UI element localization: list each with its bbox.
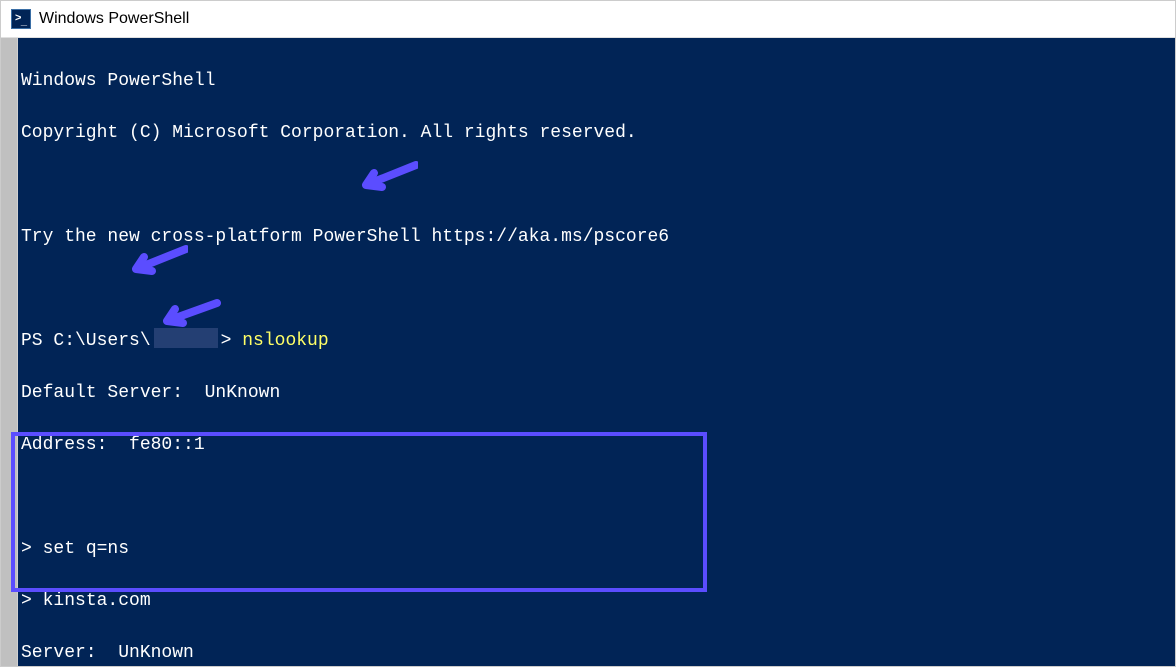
output-line: Address: fe80::1 — [21, 432, 1169, 458]
output-line: Default Server: UnKnown — [21, 380, 1169, 406]
output-line: Try the new cross-platform PowerShell ht… — [21, 224, 1169, 250]
output-line: Server: UnKnown — [21, 640, 1169, 666]
prompt-line: > kinsta.com — [21, 588, 1169, 614]
nslookup-prompt: > — [21, 591, 43, 611]
prompt-line: > set q=ns — [21, 536, 1169, 562]
output-line — [21, 276, 1169, 302]
redacted-username — [154, 328, 218, 348]
scrollbar-thumb[interactable] — [1, 38, 17, 666]
powershell-icon — [11, 9, 31, 29]
scrollbar[interactable] — [1, 38, 18, 666]
prompt-path: PS C:\Users\ — [21, 331, 151, 351]
terminal-output: Windows PowerShell Copyright (C) Microso… — [21, 42, 1169, 666]
output-line: Copyright (C) Microsoft Corporation. All… — [21, 120, 1169, 146]
window-title: Windows PowerShell — [39, 10, 189, 28]
titlebar[interactable]: Windows PowerShell — [1, 1, 1175, 38]
nslookup-prompt: > — [21, 539, 43, 559]
prompt-line: PS C:\Users\ > nslookup — [21, 328, 1169, 354]
command-setq: set q=ns — [43, 539, 129, 559]
terminal-area[interactable]: Windows PowerShell Copyright (C) Microso… — [1, 38, 1175, 666]
powershell-window: Windows PowerShell Windows PowerShell Co… — [0, 0, 1176, 667]
output-line — [21, 172, 1169, 198]
output-line — [21, 484, 1169, 510]
output-line: Windows PowerShell — [21, 68, 1169, 94]
prompt-chevron: > — [221, 331, 243, 351]
command-domain: kinsta.com — [43, 591, 151, 611]
command-nslookup: nslookup — [242, 331, 328, 351]
